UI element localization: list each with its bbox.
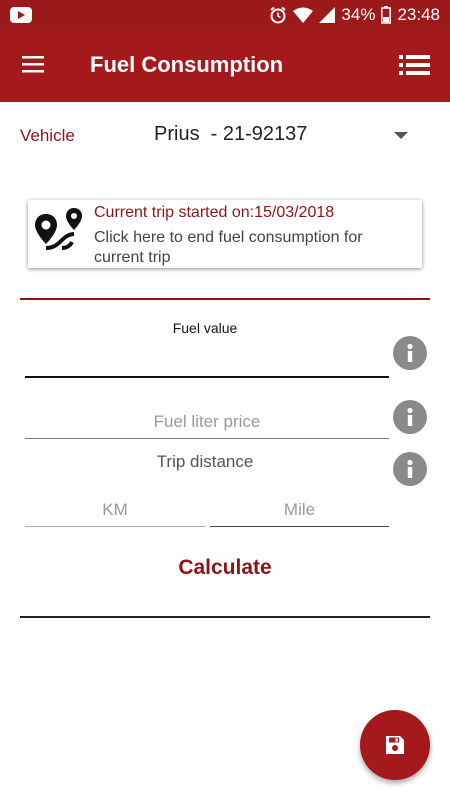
alarm-icon: [270, 6, 287, 24]
vehicle-selector[interactable]: Vehicle Prius - 21-92137: [0, 118, 450, 154]
save-icon: [386, 736, 404, 754]
mile-input[interactable]: [210, 494, 389, 527]
youtube-notification-icon: [10, 7, 32, 23]
result-divider: [20, 616, 430, 618]
dropdown-caret-icon[interactable]: [394, 132, 408, 139]
fuel-value-input[interactable]: [25, 340, 389, 378]
trip-started-text: Current trip started on:15/03/2018: [94, 204, 335, 221]
fuel-value-info-icon[interactable]: [393, 336, 427, 370]
status-icons: 34% 23:48: [269, 5, 440, 25]
trip-distance-info-icon[interactable]: [393, 452, 427, 486]
hamburger-menu-icon[interactable]: [18, 52, 52, 80]
route-pin-icon: [35, 208, 82, 250]
fuel-liter-price-input[interactable]: [25, 406, 389, 439]
wifi-icon: [293, 7, 314, 23]
km-input[interactable]: [25, 494, 205, 527]
trip-distance-label: Trip distance: [156, 452, 254, 471]
trip-end-hint: Click here to end fuel consumption for c…: [94, 229, 363, 266]
clock: 23:48: [397, 5, 440, 24]
battery-icon: [381, 6, 392, 24]
battery-percent: 34%: [341, 5, 376, 24]
app-bar: Fuel Consumption: [0, 30, 450, 102]
page-title: Fuel Consumption: [90, 52, 284, 77]
fuel-value-label: Fuel value: [172, 320, 238, 336]
calculate-button[interactable]: Calculate: [125, 548, 325, 588]
vehicle-label: Vehicle: [20, 126, 75, 145]
current-trip-card[interactable]: Current trip started on:15/03/2018 Click…: [28, 200, 422, 268]
save-fab-button[interactable]: [360, 710, 430, 780]
vehicle-selected-value: Prius - 21-92137: [154, 123, 308, 145]
signal-icon: [319, 7, 336, 23]
fuel-price-info-icon[interactable]: [393, 400, 427, 434]
status-bar: 34% 23:48: [0, 0, 450, 30]
list-icon[interactable]: [398, 52, 432, 80]
section-divider: [20, 298, 430, 300]
